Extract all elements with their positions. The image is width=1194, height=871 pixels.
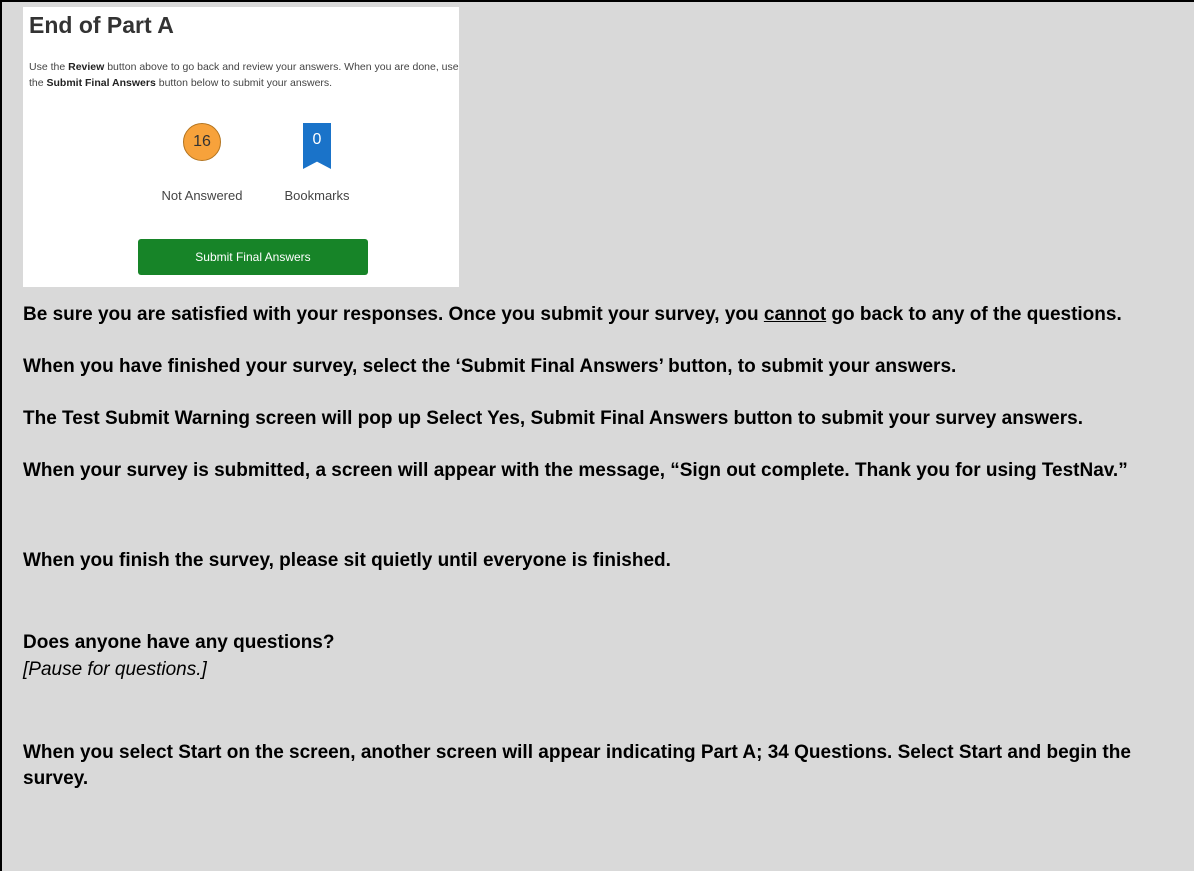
bookmarks-count: 0	[312, 131, 322, 148]
card-desc-part-1: Use the	[29, 61, 69, 73]
card-desc-part-3: button below to submit your answers.	[155, 77, 333, 89]
card-title: End of Part A	[29, 12, 174, 38]
instruction-paragraph-6: Does anyone have any questions?	[23, 632, 335, 653]
instruction-paragraph-8: When you select Start on the screen, ano…	[23, 742, 1131, 789]
instruction-paragraph-1: Be sure you are satisfied with your resp…	[23, 302, 1194, 328]
instruction-paragraph-2: When you have finished your survey, sele…	[23, 356, 957, 377]
not-answered-count: 16	[183, 123, 221, 161]
card-desc-submit: Submit Final Answers	[46, 77, 156, 89]
bookmarks-label: Bookmarks	[284, 188, 350, 203]
not-answered-indicator[interactable]: 16 Not Answered	[147, 123, 257, 203]
instruction-page: End of Part A Use the Review button abov…	[0, 0, 1194, 871]
instruction-paragraph-5: When you finish the survey, please sit q…	[23, 550, 671, 571]
p1-part-a: Be sure you are satisfied with your resp…	[23, 304, 764, 325]
instruction-paragraph-4: When your survey is submitted, a screen …	[23, 460, 1128, 481]
end-of-part-screenshot: End of Part A Use the Review button abov…	[23, 7, 459, 287]
bookmarks-indicator[interactable]: 0 Bookmarks	[262, 123, 372, 203]
submit-final-answers-button[interactable]: Submit Final Answers	[138, 239, 368, 275]
instruction-paragraph-7: [Pause for questions.]	[23, 659, 207, 680]
p1-cannot: cannot	[763, 304, 827, 325]
instruction-paragraph-3: The Test Submit Warning screen will pop …	[23, 408, 1083, 429]
card-desc-review: Review	[68, 61, 105, 73]
bookmark-icon: 0	[303, 123, 331, 169]
not-answered-label: Not Answered	[161, 188, 243, 203]
card-description: Use the Review button above to go back a…	[29, 59, 459, 91]
p1-part-b: go back to any of the questions.	[826, 304, 1122, 325]
